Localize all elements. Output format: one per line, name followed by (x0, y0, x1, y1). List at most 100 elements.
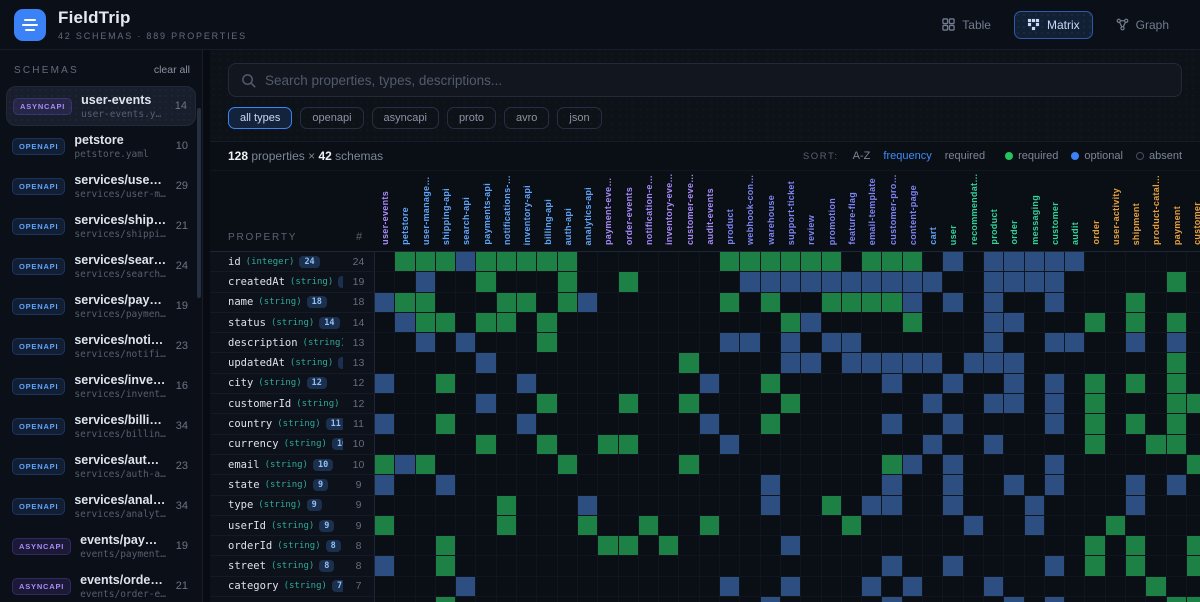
matrix-cell-required[interactable] (436, 414, 456, 434)
matrix-column-search-api[interactable]: search-api (456, 171, 476, 251)
matrix-cell-absent[interactable] (923, 455, 943, 475)
matrix-column-customer-events[interactable]: customer-events (679, 171, 699, 251)
matrix-cell-absent[interactable] (1065, 496, 1085, 516)
matrix-cell-absent[interactable] (659, 516, 679, 536)
matrix-cell-required[interactable] (1126, 414, 1146, 434)
matrix-row-status[interactable]: status(string)1414 (210, 313, 1200, 333)
matrix-column-notification-events[interactable]: notification-events (639, 171, 659, 251)
matrix-cell-absent[interactable] (1146, 516, 1166, 536)
matrix-cell-absent[interactable] (903, 556, 923, 576)
app-logo-icon[interactable] (14, 9, 46, 41)
matrix-cell-absent[interactable] (1126, 435, 1146, 455)
matrix-column-webhook-config[interactable]: webhook-config (740, 171, 760, 251)
matrix-cell-absent[interactable] (456, 313, 476, 333)
matrix-cell-absent[interactable] (964, 475, 984, 495)
matrix-cell-absent[interactable] (395, 556, 415, 576)
matrix-cell-optional[interactable] (1004, 252, 1024, 272)
matrix-cell-absent[interactable] (781, 293, 801, 313)
matrix-cell-optional[interactable] (375, 475, 395, 495)
matrix-cell-required[interactable] (1106, 516, 1126, 536)
matrix-cell-absent[interactable] (558, 475, 578, 495)
matrix-cell-absent[interactable] (1106, 475, 1126, 495)
matrix-cell-optional[interactable] (395, 455, 415, 475)
matrix-row-createdAt[interactable]: createdAt(string)1919 (210, 272, 1200, 292)
matrix-cell-absent[interactable] (1167, 455, 1187, 475)
matrix-column-customer[interactable]: customer (1187, 171, 1200, 251)
matrix-cell-absent[interactable] (598, 496, 618, 516)
matrix-cell-absent[interactable] (395, 516, 415, 536)
view-button-table[interactable]: Table (929, 11, 1004, 39)
matrix-cell-optional[interactable] (943, 475, 963, 495)
matrix-cell-optional[interactable] (740, 333, 760, 353)
matrix-cell-optional[interactable] (903, 272, 923, 292)
matrix-column-user[interactable]: user (943, 171, 963, 251)
matrix-cell-optional[interactable] (436, 475, 456, 495)
matrix-cell-absent[interactable] (578, 333, 598, 353)
matrix-cell-required[interactable] (679, 455, 699, 475)
matrix-cell-optional[interactable] (984, 252, 1004, 272)
matrix-cell-required[interactable] (436, 597, 456, 602)
matrix-cell-required[interactable] (619, 536, 639, 556)
matrix-cell-absent[interactable] (598, 516, 618, 536)
matrix-cell-optional[interactable] (984, 272, 1004, 292)
matrix-cell-absent[interactable] (416, 556, 436, 576)
matrix-cell-absent[interactable] (1126, 353, 1146, 373)
matrix-cell-absent[interactable] (1106, 293, 1126, 313)
matrix-cell-absent[interactable] (639, 252, 659, 272)
matrix-cell-absent[interactable] (903, 414, 923, 434)
matrix-cell-absent[interactable] (862, 374, 882, 394)
matrix-cell-optional[interactable] (700, 374, 720, 394)
matrix-cell-absent[interactable] (1187, 353, 1200, 373)
matrix-cell-optional[interactable] (1045, 374, 1065, 394)
matrix-cell-absent[interactable] (761, 556, 781, 576)
sidebar-item-events-payment-events[interactable]: ASYNCAPIevents/payment-eventsevents/paym… (6, 526, 196, 566)
matrix-cell-absent[interactable] (862, 556, 882, 576)
matrix-cell-absent[interactable] (700, 577, 720, 597)
matrix-cell-required[interactable] (416, 293, 436, 313)
matrix-cell-absent[interactable] (943, 597, 963, 602)
matrix-cell-absent[interactable] (659, 556, 679, 576)
matrix-column-user-activity[interactable]: user-activity (1106, 171, 1126, 251)
matrix-cell-absent[interactable] (456, 496, 476, 516)
matrix-cell-absent[interactable] (1106, 353, 1126, 373)
matrix-cell-absent[interactable] (1146, 252, 1166, 272)
matrix-cell-absent[interactable] (558, 374, 578, 394)
matrix-cell-absent[interactable] (720, 414, 740, 434)
matrix-cell-required[interactable] (761, 293, 781, 313)
matrix-cell-absent[interactable] (537, 353, 557, 373)
matrix-cell-absent[interactable] (862, 455, 882, 475)
matrix-cell-absent[interactable] (761, 455, 781, 475)
matrix-cell-absent[interactable] (801, 536, 821, 556)
matrix-column-petstore[interactable]: petstore (395, 171, 415, 251)
matrix-cell-absent[interactable] (436, 293, 456, 313)
matrix-cell-absent[interactable] (598, 556, 618, 576)
matrix-cell-absent[interactable] (720, 353, 740, 373)
matrix-cell-optional[interactable] (517, 374, 537, 394)
matrix-cell-absent[interactable] (923, 333, 943, 353)
matrix-cell-required[interactable] (679, 353, 699, 373)
matrix-column-customer-profile[interactable]: customer-profile (882, 171, 902, 251)
matrix-cell-absent[interactable] (720, 496, 740, 516)
matrix-cell-absent[interactable] (497, 394, 517, 414)
matrix-cell-absent[interactable] (943, 435, 963, 455)
sort-option-frequency[interactable]: frequency (883, 150, 931, 162)
matrix-cell-optional[interactable] (822, 333, 842, 353)
matrix-cell-optional[interactable] (882, 475, 902, 495)
matrix-column-feature-flag[interactable]: feature-flag (842, 171, 862, 251)
matrix-cell-absent[interactable] (1045, 353, 1065, 373)
matrix-cell-absent[interactable] (984, 374, 1004, 394)
matrix-cell-absent[interactable] (436, 333, 456, 353)
matrix-cell-required[interactable] (761, 374, 781, 394)
matrix-cell-absent[interactable] (801, 516, 821, 536)
matrix-cell-optional[interactable] (801, 272, 821, 292)
matrix-cell-absent[interactable] (700, 536, 720, 556)
matrix-cell-optional[interactable] (1025, 272, 1045, 292)
matrix-cell-required[interactable] (537, 252, 557, 272)
matrix-cell-optional[interactable] (416, 272, 436, 292)
matrix-cell-optional[interactable] (862, 353, 882, 373)
matrix-cell-optional[interactable] (882, 374, 902, 394)
matrix-cell-absent[interactable] (822, 536, 842, 556)
matrix-cell-required[interactable] (619, 272, 639, 292)
matrix-row-id[interactable]: id(integer)2424 (210, 252, 1200, 272)
matrix-cell-optional[interactable] (720, 333, 740, 353)
